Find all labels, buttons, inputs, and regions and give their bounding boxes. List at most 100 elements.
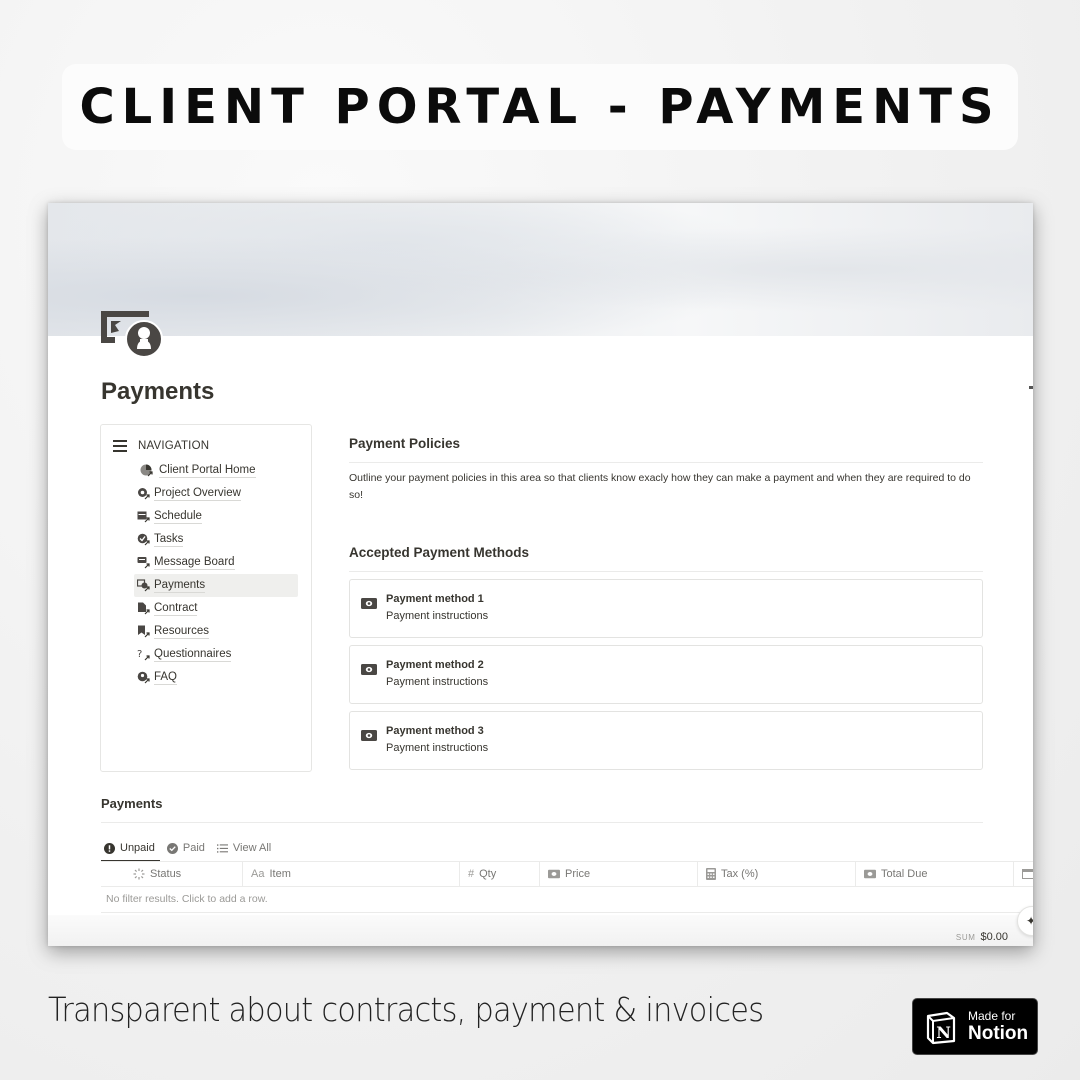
text-property-icon: Aa: [251, 868, 265, 880]
bookmark-link-icon: [137, 625, 150, 638]
nav-item-label: Contract: [154, 601, 198, 616]
column-header-tax[interactable]: Tax (%): [698, 862, 856, 886]
nav-item-resources[interactable]: Resources: [134, 620, 298, 643]
payment-method-title: Payment method 3: [386, 725, 484, 737]
check-link-icon: [137, 533, 150, 546]
column-header-qty[interactable]: # Qty: [460, 862, 540, 886]
sum-calculation[interactable]: SUM $0.00: [956, 931, 1008, 943]
payment-method-title: Payment method 1: [386, 593, 484, 605]
scroll-handle[interactable]: [1029, 386, 1033, 389]
check-circle-icon: [166, 842, 183, 854]
money-person-icon[interactable]: [101, 311, 165, 359]
column-label: Item: [269, 868, 291, 880]
payment-method-instructions: Payment instructions: [386, 610, 489, 622]
faq-link-icon: [137, 671, 150, 684]
money-link-icon: [136, 579, 150, 592]
nav-item-project-overview[interactable]: Project Overview: [134, 482, 298, 505]
tab-unpaid[interactable]: Unpaid: [101, 836, 160, 862]
nav-item-label: FAQ: [154, 670, 178, 685]
nav-item-label: Resources: [154, 624, 209, 639]
navigation-title: NAVIGATION: [138, 440, 210, 452]
gear-link-icon: [137, 487, 150, 500]
column-label: Qty: [479, 868, 497, 880]
number-property-icon: #: [468, 868, 475, 880]
nav-item-tasks[interactable]: Tasks: [134, 528, 298, 551]
nav-item-label: Project Overview: [154, 486, 241, 501]
payment-method-instructions: Payment instructions: [386, 676, 489, 688]
tab-label: Unpaid: [120, 842, 155, 854]
nav-item-label: Message Board: [154, 555, 235, 570]
nav-item-label: Payments: [154, 578, 206, 593]
nav-item-client-portal-home[interactable]: Client Portal Home: [134, 459, 298, 482]
column-header-price[interactable]: Price: [540, 862, 698, 886]
nav-item-contract[interactable]: Contract: [134, 597, 298, 620]
column-label: Total Due: [881, 868, 928, 880]
nav-item-label: Schedule: [154, 509, 202, 524]
column-header-total-due[interactable]: Total Due: [856, 862, 1014, 886]
document-link-icon: [137, 602, 150, 615]
column-header-status[interactable]: Status: [101, 862, 243, 886]
exclamation-circle-icon: [104, 842, 120, 854]
made-for-notion-badge: N Made for Notion: [912, 998, 1038, 1055]
cash-icon: [361, 728, 377, 741]
cash-icon: [361, 596, 377, 609]
nav-item-questionnaires[interactable]: ? Questionnaires: [134, 643, 298, 666]
notion-logo-icon: N: [926, 1011, 956, 1044]
list-icon: [216, 843, 233, 854]
payment-method-card[interactable]: Payment method 2 Payment instructions: [349, 645, 983, 704]
cash-icon: [864, 869, 876, 879]
payment-method-title: Payment method 2: [386, 659, 484, 671]
cash-icon: [548, 869, 560, 879]
chat-link-icon: [137, 556, 150, 569]
nav-item-faq[interactable]: FAQ: [134, 666, 298, 689]
payment-method-card[interactable]: Payment method 3 Payment instructions: [349, 711, 983, 770]
navigation-header[interactable]: NAVIGATION: [113, 440, 209, 452]
accepted-methods-heading: Accepted Payment Methods: [349, 545, 530, 560]
notion-page-window: Payments NAVIGATION Client Portal Home Pr…: [48, 203, 1033, 946]
pie-chart-link-icon: [140, 464, 153, 477]
tab-label: Paid: [182, 842, 205, 854]
tab-paid[interactable]: Paid: [164, 836, 210, 860]
nav-item-label: Tasks: [154, 532, 184, 547]
database-view-tabs: Unpaid Paid View All: [101, 836, 280, 862]
date-icon: [1022, 869, 1033, 879]
tab-view-all[interactable]: View All: [214, 836, 276, 860]
badge-big-text: Notion: [968, 1023, 1029, 1044]
column-label: Status: [150, 868, 182, 880]
question-link-icon: ?: [137, 648, 150, 661]
sum-value: $0.00: [980, 931, 1008, 943]
page-title: Payments: [101, 378, 215, 405]
column-label: Tax (%): [721, 868, 759, 880]
empty-table-row[interactable]: No filter results. Click to add a row.: [101, 887, 1033, 913]
divider: [349, 571, 983, 572]
svg-text:N: N: [936, 1023, 951, 1042]
payment-method-instructions: Payment instructions: [386, 742, 489, 754]
nav-item-payments[interactable]: Payments: [134, 574, 298, 597]
navigation-panel: NAVIGATION Client Portal Home Project Ove…: [100, 424, 312, 772]
column-label: Price: [565, 868, 591, 880]
nav-item-label: Questionnaires: [154, 647, 232, 662]
payment-policies-heading: Payment Policies: [349, 436, 461, 451]
banner-title: CLIENT PORTAL - PAYMENTS: [79, 79, 1001, 135]
calendar-link-icon: [137, 510, 150, 523]
header-banner: CLIENT PORTAL - PAYMENTS: [62, 64, 1018, 150]
divider: [349, 462, 983, 463]
calculator-icon: [706, 868, 716, 880]
nav-item-schedule[interactable]: Schedule: [134, 505, 298, 528]
caption-text: Transparent about contracts, payment & i…: [48, 990, 764, 1029]
cash-icon: [361, 662, 377, 675]
page-cover-image: [48, 203, 1033, 336]
divider: [101, 822, 983, 823]
payment-policies-text: Outline your payment policies in this ar…: [349, 472, 971, 501]
menu-icon: [113, 440, 127, 452]
payments-database-title[interactable]: Payments: [101, 796, 162, 811]
column-header-date[interactable]: [1014, 862, 1033, 886]
nav-item-message-board[interactable]: Message Board: [134, 551, 298, 574]
tab-label: View All: [232, 842, 272, 854]
svg-text:?: ?: [137, 649, 142, 660]
column-header-item[interactable]: Aa Item: [243, 862, 460, 886]
navigation-list: Client Portal Home Project Overview Schedu…: [134, 459, 298, 689]
table-header: Status Aa Item # Qty Price Tax (%) Total Due: [101, 861, 1033, 887]
badge-small-text: Made for: [968, 1009, 1016, 1023]
payment-method-card[interactable]: Payment method 1 Payment instructions: [349, 579, 983, 638]
